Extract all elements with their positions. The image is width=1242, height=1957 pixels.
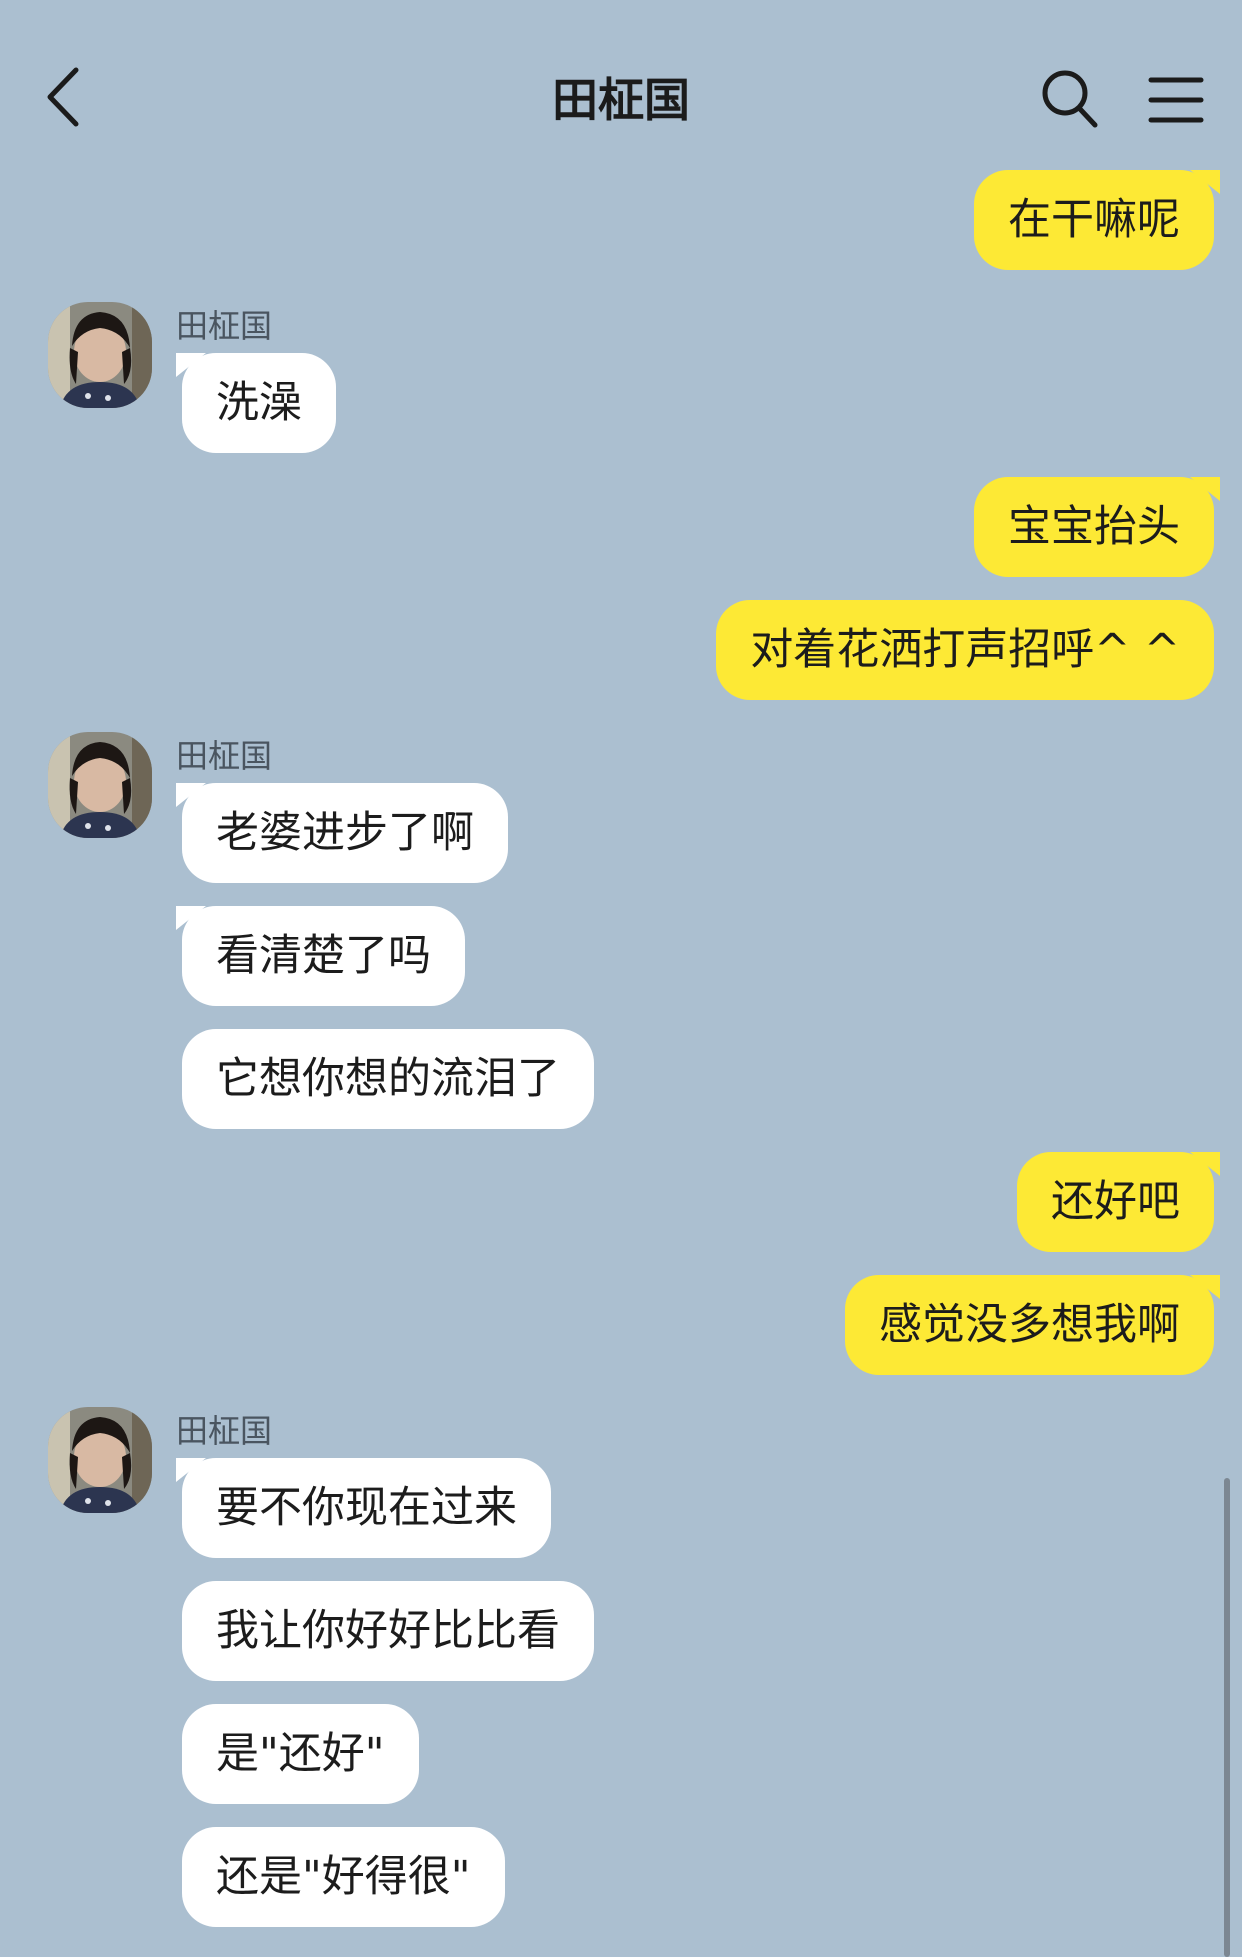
my-message-bubble[interactable]: 对着花洒打声招呼^ ^ xyxy=(716,600,1214,700)
menu-button[interactable] xyxy=(1148,76,1204,124)
their-message-bubble[interactable]: 看清楚了吗 xyxy=(176,906,465,1006)
avatar-photo xyxy=(48,732,152,838)
their-message-bubble[interactable]: 老婆进步了啊 xyxy=(176,783,508,883)
sender-name: 田柾国 xyxy=(176,307,273,345)
avatar[interactable] xyxy=(48,1407,152,1513)
avatar[interactable] xyxy=(48,732,152,838)
scrollbar[interactable] xyxy=(1224,1478,1230,1957)
chat-header: 田柾国 xyxy=(0,0,1242,180)
avatar[interactable] xyxy=(48,302,152,408)
search-icon xyxy=(1042,70,1098,128)
their-message-bubble[interactable]: 是"还好" xyxy=(182,1704,419,1804)
my-message-bubble[interactable]: 感觉没多想我啊 xyxy=(845,1275,1220,1375)
their-message-bubble[interactable]: 我让你好好比比看 xyxy=(182,1581,594,1681)
their-message-bubble[interactable]: 它想你想的流泪了 xyxy=(182,1029,594,1129)
search-button[interactable] xyxy=(1040,68,1100,130)
avatar-photo xyxy=(48,1407,152,1513)
their-message-bubble[interactable]: 洗澡 xyxy=(176,353,336,453)
their-message-bubble[interactable]: 还是"好得很" xyxy=(182,1827,505,1927)
sender-name: 田柾国 xyxy=(176,1412,273,1450)
hamburger-menu-icon xyxy=(1148,77,1204,123)
their-message-bubble[interactable]: 要不你现在过来 xyxy=(176,1458,551,1558)
my-message-bubble[interactable]: 在干嘛呢 xyxy=(974,170,1220,270)
my-message-bubble[interactable]: 宝宝抬头 xyxy=(974,477,1220,577)
my-message-bubble[interactable]: 还好吧 xyxy=(1017,1152,1220,1252)
sender-name: 田柾国 xyxy=(176,737,273,775)
avatar-photo xyxy=(48,302,152,408)
